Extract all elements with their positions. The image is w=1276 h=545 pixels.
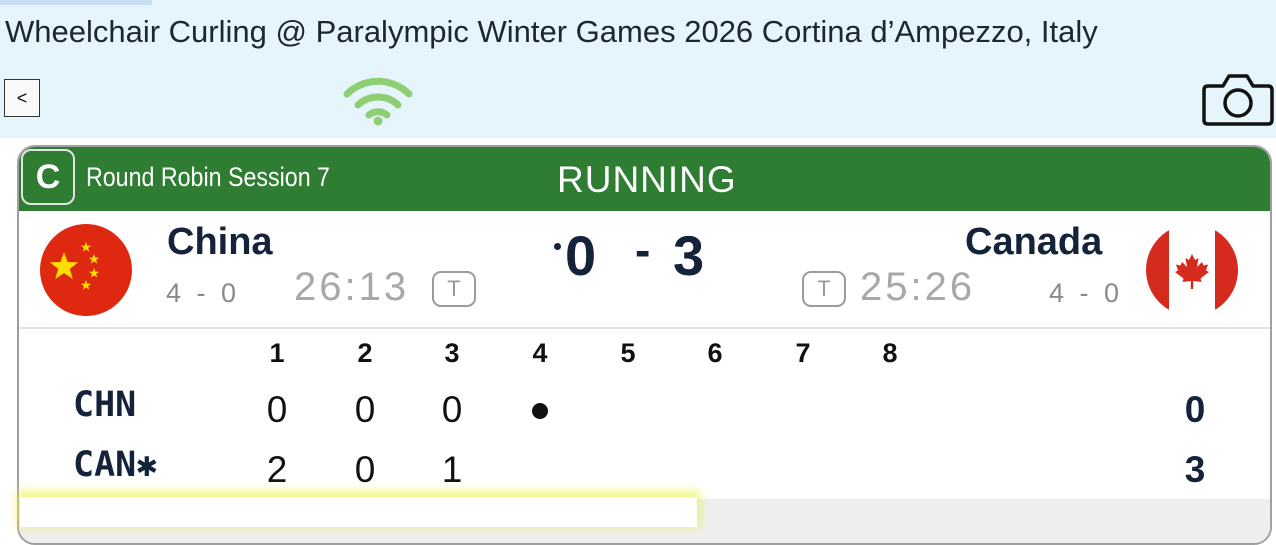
score-separator: -: [635, 224, 651, 276]
score-china: 0: [565, 224, 597, 287]
linescore-team-can: CAN✱: [73, 445, 158, 485]
wifi-icon: [343, 77, 413, 126]
end-score-can-2: 0: [354, 449, 376, 490]
end-score-can-3: 1: [441, 449, 463, 490]
page-title: Wheelchair Curling @ Paralympic Winter G…: [5, 14, 1098, 49]
back-button[interactable]: <: [4, 79, 40, 117]
total-score-can: 3: [1184, 449, 1206, 490]
camera-icon[interactable]: [1202, 72, 1274, 126]
linescore-team-chn: CHN: [73, 385, 137, 425]
thinking-time-china: 26:13: [294, 265, 410, 309]
sheet-badge: C: [21, 149, 75, 205]
team-name-canada: Canada: [965, 221, 1103, 263]
current-end-dot: [532, 403, 548, 419]
thinking-time-canada: 25:26: [860, 265, 976, 309]
team-record-canada: 4 - 0: [1049, 278, 1124, 308]
end-header-4: 4: [532, 338, 548, 368]
timeout-indicator-canada: T: [802, 271, 846, 307]
throwing-indicator-dot: [554, 243, 561, 250]
end-header-3: 3: [444, 338, 460, 368]
game-status: RUNNING: [557, 159, 737, 200]
top-bar: Wheelchair Curling @ Paralympic Winter G…: [0, 0, 1276, 138]
end-score-chn-3: 0: [441, 389, 463, 430]
timeout-indicator-china: T: [432, 271, 476, 307]
end-header-1: 1: [269, 338, 285, 368]
china-flag: [40, 224, 132, 316]
team-record-china: 4 - 0: [166, 278, 241, 308]
end-score-can-1: 2: [266, 449, 288, 490]
section-divider: [19, 327, 1270, 329]
score-canada: 3: [673, 224, 705, 287]
team-name-china: China: [167, 221, 273, 263]
canada-flag: [1146, 224, 1238, 316]
end-header-6: 6: [707, 338, 723, 368]
total-score-chn: 0: [1184, 389, 1206, 430]
end-score-chn-1: 0: [266, 389, 288, 430]
end-header-8: 8: [882, 338, 898, 368]
session-label: Round Robin Session 7: [86, 162, 330, 192]
hammer-asterisk-icon: ✱: [136, 445, 158, 485]
game-header: C Round Robin Session 7 RUNNING: [19, 147, 1270, 211]
end-header-7: 7: [795, 338, 811, 368]
highlighted-panel[interactable]: [20, 497, 697, 527]
tab-indicator: [0, 0, 152, 5]
end-header-2: 2: [357, 338, 373, 368]
end-header-5: 5: [620, 338, 636, 368]
end-score-chn-2: 0: [354, 389, 376, 430]
game-card[interactable]: C Round Robin Session 7 RUNNING China 4 …: [17, 145, 1272, 545]
